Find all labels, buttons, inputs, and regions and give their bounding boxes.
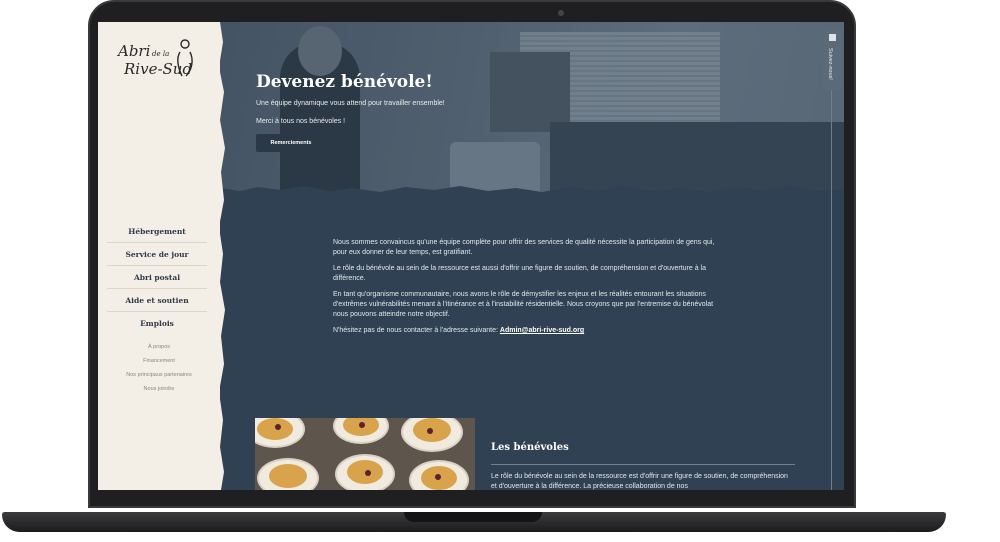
camera-dot (558, 10, 564, 16)
hero-subtitle: Une équipe dynamique vous attend pour tr… (256, 100, 445, 107)
nav-item-service-de-jour[interactable]: Service de jour (107, 243, 207, 266)
follow-us-tab[interactable]: Suivez-nous! (823, 28, 843, 90)
nav-item-aide-et-soutien[interactable]: Aide et soutien (107, 289, 207, 312)
logo-figure-icon (177, 39, 193, 77)
photo-berry (275, 424, 281, 430)
logo-line1-small: de la (152, 50, 170, 58)
volunteer-intro: Nous sommes convaincus qu'une équipe com… (333, 238, 723, 336)
photo-berry (359, 422, 365, 428)
photo-berry (427, 428, 433, 434)
subnav-item-partenaires[interactable]: Nos principaux partenaires (98, 368, 220, 382)
browser-screen: Devenez bénévole! Une équipe dynamique v… (98, 22, 844, 490)
torn-paper-edge (220, 186, 844, 200)
benevoles-section-text: Le rôle du bénévole au sein de la ressou… (491, 473, 788, 490)
hero-title: Devenez bénévole! (256, 72, 433, 92)
thanks-button[interactable]: Remerciements (256, 134, 326, 152)
main-nav: Hébergement Service de jour Abri postal … (98, 220, 220, 335)
hero-banner: Devenez bénévole! Une équipe dynamique v… (220, 22, 844, 194)
sidebar-torn-edge (216, 22, 225, 490)
secondary-nav: À propos Financement Nos principaux part… (98, 340, 220, 396)
intro-paragraph-3: En tant qu'organisme communautaire, nous… (333, 291, 714, 318)
section-divider (491, 464, 795, 465)
logo-line1: Abri (118, 42, 151, 60)
nav-item-abri-postal[interactable]: Abri postal (107, 266, 207, 289)
facebook-icon (829, 34, 836, 41)
sidebar: Abri de la Rive-Sud Hébergement Service … (98, 22, 220, 490)
hero-overlay (220, 22, 844, 194)
subnav-item-a-propos[interactable]: À propos (98, 340, 220, 354)
nav-item-emplois[interactable]: Emplois (107, 312, 207, 335)
intro-paragraph-1: Nous sommes convaincus qu'une équipe com… (333, 239, 715, 256)
laptop-notch (404, 512, 542, 522)
intro-paragraph-2: Le rôle du bénévole au sein de la ressou… (333, 265, 706, 282)
subnav-item-nous-joindre[interactable]: Nous joindre (98, 382, 220, 396)
nav-item-hebergement[interactable]: Hébergement (107, 220, 207, 243)
photo-berry (435, 474, 441, 480)
benevoles-section-title: Les bénévoles (491, 442, 569, 453)
contact-email-link[interactable]: Admin@abri-rive-sud.org (500, 327, 584, 334)
hero-thanks: Merci à tous nos bénévoles ! (256, 118, 346, 125)
contact-line: N'hésitez pas de nous contacter à l'adre… (333, 326, 723, 336)
subnav-item-financement[interactable]: Financement (98, 354, 220, 368)
follow-us-label: Suivez-nous! (827, 48, 833, 80)
food-photo (255, 418, 475, 490)
contact-prefix: N'hésitez pas de nous contacter à l'adre… (333, 327, 500, 334)
site-logo[interactable]: Abri de la Rive-Sud (112, 38, 198, 86)
photo-berry (365, 470, 371, 476)
side-divider-line (831, 90, 832, 490)
photo-food (269, 464, 307, 488)
